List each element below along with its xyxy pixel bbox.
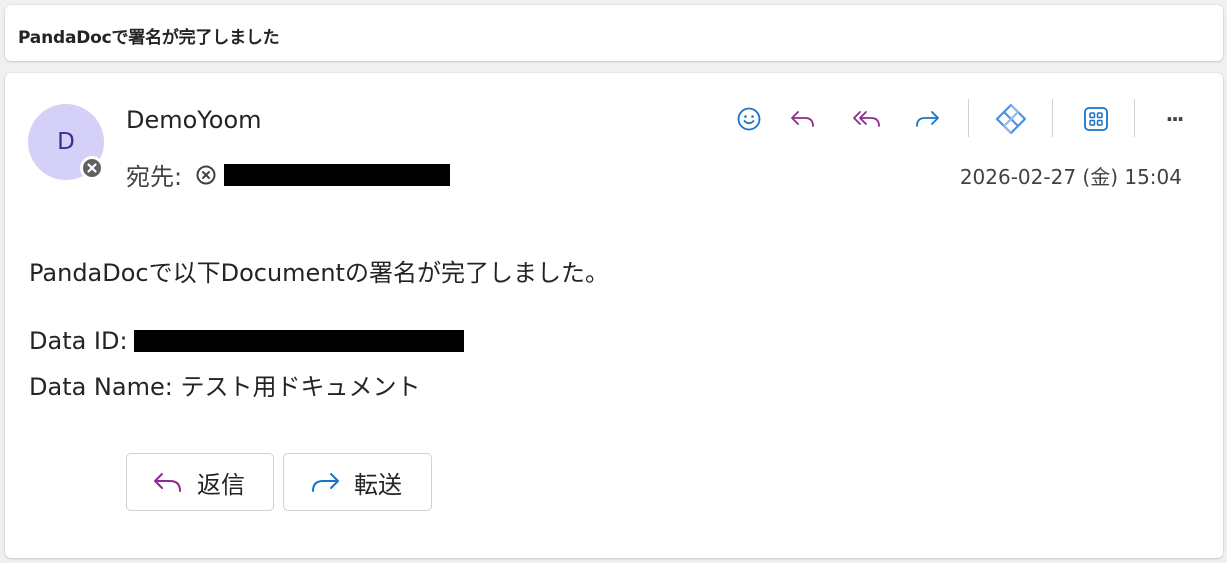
forward-button[interactable]: 転送 — [283, 453, 432, 511]
apps-grid-icon[interactable] — [1076, 99, 1116, 139]
data-id-redacted — [133, 330, 464, 352]
body-line-1: PandaDocで以下Documentの署名が完了しました。 — [29, 259, 609, 287]
body-data-name: Data Name: テスト用ドキュメント — [29, 373, 421, 401]
avatar-initial: D — [57, 129, 75, 155]
smiley-icon[interactable] — [729, 99, 769, 139]
subject-title: PandaDocで署名が完了しました — [18, 28, 280, 48]
body-data-id-row: Data ID: — [29, 327, 464, 355]
reply-icon — [154, 473, 181, 492]
recipient-address-redacted[interactable] — [224, 163, 451, 186]
reply-button-label: 返信 — [197, 470, 245, 499]
forward-button-label: 転送 — [354, 470, 402, 499]
forward-icon — [312, 473, 339, 492]
toolbar-divider — [1052, 99, 1053, 137]
data-id-label: Data ID: — [29, 327, 128, 355]
subject-header: PandaDocで署名が完了しました — [5, 5, 1223, 61]
recipient-label: 宛先: — [126, 163, 183, 191]
more-label: ··· — [1165, 107, 1185, 131]
blocked-status-icon — [80, 156, 104, 180]
toolbar-divider — [1134, 99, 1135, 137]
message-card: D DemoYoom 宛先: ··· 2026-02-27 (金) 15:04 … — [5, 73, 1223, 558]
recipient-row: 宛先: — [126, 157, 451, 192]
sender-name[interactable]: DemoYoom — [126, 106, 262, 134]
recipient-blocked-icon — [194, 163, 218, 187]
reply-all-icon[interactable] — [847, 99, 887, 139]
message-date: 2026-02-27 (金) 15:04 — [959, 165, 1182, 189]
forward-icon[interactable] — [907, 99, 947, 139]
toolbar-divider — [968, 99, 969, 137]
reply-button[interactable]: 返信 — [126, 453, 274, 511]
diamond-icon[interactable] — [991, 99, 1031, 139]
more-icon[interactable]: ··· — [1154, 99, 1194, 139]
reply-icon[interactable] — [783, 99, 823, 139]
